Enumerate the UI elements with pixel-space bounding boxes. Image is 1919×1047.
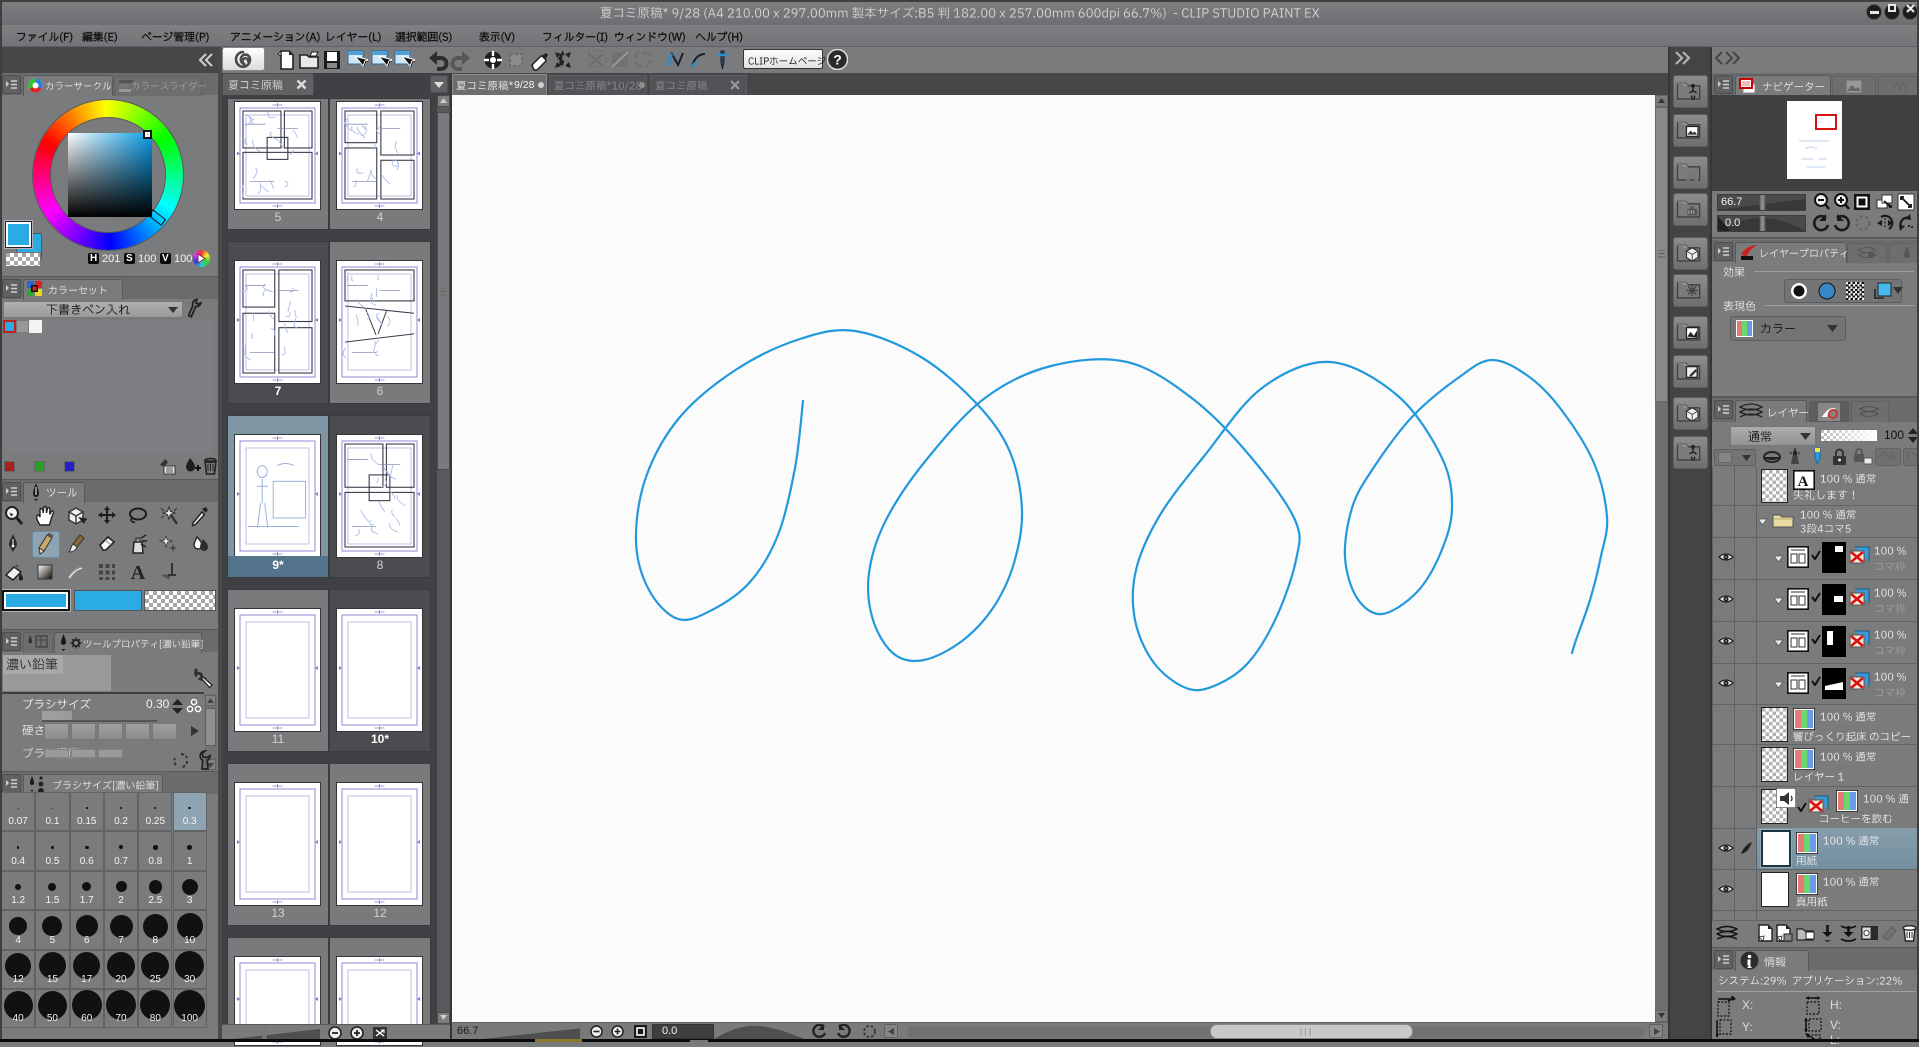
svg-text:A: A: [131, 562, 146, 583]
svg-text:?: ?: [833, 52, 842, 68]
